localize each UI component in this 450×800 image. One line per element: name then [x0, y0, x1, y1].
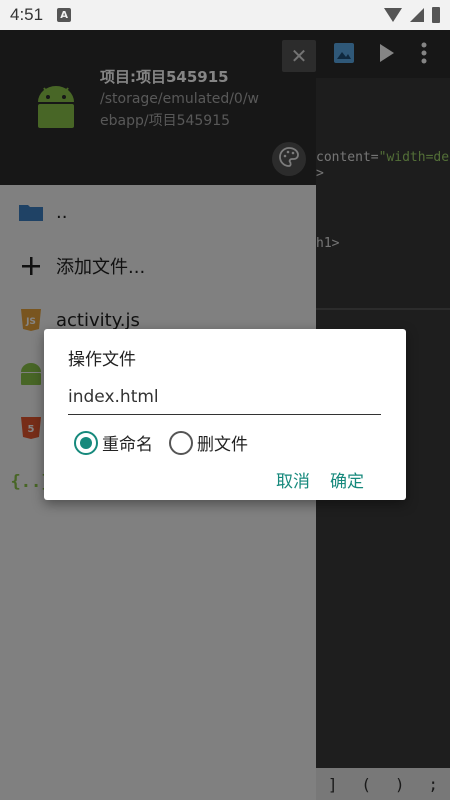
file-operation-dialog: 操作文件 重命名 删文件 取消 确定: [44, 329, 406, 500]
cancel-button[interactable]: 取消: [276, 467, 310, 492]
radio-checked-icon: [74, 430, 98, 455]
dialog-actions: 取消 确定: [276, 467, 364, 492]
battery-icon: [432, 7, 440, 23]
dialog-title: 操作文件: [68, 350, 136, 370]
delete-file-radio[interactable]: 删文件: [169, 430, 248, 455]
notification-a-icon: A: [57, 8, 72, 22]
confirm-button[interactable]: 确定: [330, 467, 364, 492]
wifi-icon: [384, 8, 402, 22]
delete-file-radio-label: 删文件: [197, 435, 248, 455]
filename-input[interactable]: [68, 379, 381, 415]
signal-icon: [410, 8, 424, 22]
rename-radio[interactable]: 重命名: [74, 430, 153, 455]
radio-unchecked-icon: [169, 430, 193, 455]
status-bar: 4:51 A: [0, 0, 450, 30]
status-time: 4:51: [10, 5, 44, 24]
rename-radio-label: 重命名: [102, 435, 153, 455]
status-icons: [384, 7, 440, 23]
operation-radio-group: 重命名 删文件: [74, 430, 264, 455]
